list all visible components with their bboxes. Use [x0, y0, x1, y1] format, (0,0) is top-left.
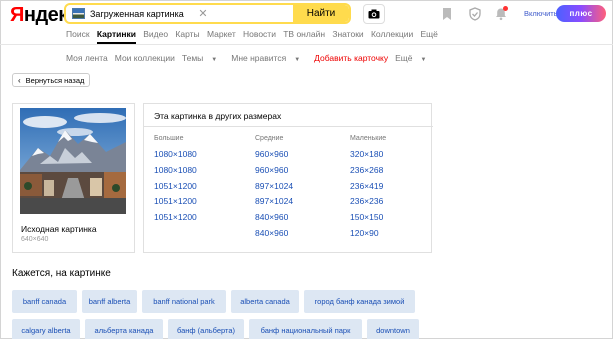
size-link[interactable]: 960×960 — [255, 163, 293, 179]
size-link[interactable]: 840×960 — [255, 226, 293, 242]
nav-experts[interactable]: Знатоки — [332, 29, 363, 39]
size-link[interactable]: 840×960 — [255, 210, 293, 226]
size-link[interactable]: 1051×1200 — [154, 210, 197, 226]
nav-search[interactable]: Поиск — [66, 29, 90, 39]
collections-button[interactable] — [440, 7, 454, 21]
medium-sizes-header: Средние — [255, 135, 284, 142]
related-tag[interactable]: banff alberta — [82, 290, 137, 313]
original-image-card[interactable]: Исходная картинка 640×640 — [12, 103, 135, 253]
original-image-label: Исходная картинка — [21, 224, 97, 234]
related-tag[interactable]: alberta canada — [231, 290, 299, 313]
notification-dot — [503, 6, 508, 11]
related-tag[interactable]: банф (альберта) — [168, 319, 244, 339]
search-input[interactable] — [90, 8, 195, 19]
related-tag[interactable]: banff canada — [12, 290, 77, 313]
size-link[interactable]: 1080×1080 — [154, 163, 197, 179]
related-tag[interactable]: banff national park — [142, 290, 226, 313]
size-link[interactable]: 236×236 — [350, 194, 386, 210]
chevron-down-icon: ▼ — [420, 57, 427, 63]
plus-enable-link[interactable]: Включить — [524, 9, 558, 18]
nav-news[interactable]: Новости — [243, 29, 276, 39]
related-tag[interactable]: город банф канада зимой — [304, 290, 415, 313]
subnav-topics-label: Темы — [181, 53, 204, 63]
nav-more[interactable]: Ещё — [421, 29, 438, 39]
related-tag[interactable]: downtown — [367, 319, 419, 339]
related-tag[interactable]: банф национальный парк — [249, 319, 362, 339]
size-link[interactable]: 1051×1200 — [154, 194, 197, 210]
size-link[interactable]: 236×268 — [350, 163, 386, 179]
subnav-add-card[interactable]: Добавить карточку — [314, 53, 388, 63]
nav-tv[interactable]: ТВ онлайн — [283, 29, 325, 39]
size-link[interactable]: 1051×1200 — [154, 179, 197, 195]
nav-video[interactable]: Видео — [143, 29, 168, 39]
size-link[interactable]: 320×180 — [350, 147, 386, 163]
size-link[interactable]: 897×1024 — [255, 194, 293, 210]
small-sizes-column: Маленькие 320×180 236×268 236×419 236×23… — [350, 135, 386, 242]
original-image[interactable] — [20, 108, 126, 214]
subnav-topics[interactable]: Темы ▼ — [182, 53, 224, 63]
chevron-left-icon: ‹ — [18, 75, 21, 85]
logo-letter: Я — [10, 4, 24, 26]
search-box[interactable]: ✕ Найти — [64, 3, 351, 24]
size-link[interactable]: 960×960 — [255, 147, 293, 163]
images-sub-nav: Моя лента Мои коллекции Темы ▼ Мне нравит… — [66, 53, 440, 63]
chevron-down-icon: ▼ — [211, 57, 218, 63]
header-divider — [0, 44, 613, 45]
nav-market[interactable]: Маркет — [207, 29, 236, 39]
size-link[interactable]: 150×150 — [350, 210, 386, 226]
size-link[interactable]: 1080×1080 — [154, 147, 197, 163]
notifications-button[interactable] — [494, 6, 508, 21]
subnav-feed[interactable]: Моя лента — [66, 53, 108, 63]
bookmark-icon — [443, 8, 451, 20]
related-title: Кажется, на картинке — [12, 268, 111, 279]
size-link[interactable]: 120×90 — [350, 226, 386, 242]
other-sizes-divider — [144, 126, 433, 127]
chevron-down-icon: ▼ — [294, 57, 301, 63]
clear-icon[interactable]: ✕ — [197, 7, 209, 20]
subnav-liked-label: Мне нравится — [231, 53, 287, 63]
size-link[interactable]: 236×419 — [350, 179, 386, 195]
back-button-label: Вернуться назад — [25, 75, 85, 85]
size-link[interactable]: 897×1024 — [255, 179, 293, 195]
related-tag[interactable]: альберта канада — [85, 319, 163, 339]
find-button[interactable]: Найти — [293, 5, 349, 22]
medium-sizes-column: Средние 960×960 960×960 897×1024 897×102… — [255, 135, 293, 242]
subnav-more-label: Ещё — [395, 53, 413, 63]
other-sizes-title: Эта картинка в других размерах — [154, 111, 282, 121]
camera-icon — [368, 9, 380, 19]
nav-maps[interactable]: Карты — [175, 29, 199, 39]
large-sizes-header: Большие — [154, 135, 184, 142]
subnav-liked[interactable]: Мне нравится ▼ — [231, 53, 307, 63]
small-sizes-header: Маленькие — [350, 135, 387, 142]
large-sizes-column: Большие 1080×1080 1080×1080 1051×1200 10… — [154, 135, 197, 226]
nav-collections[interactable]: Коллекции — [371, 29, 413, 39]
subnav-more[interactable]: Ещё ▼ — [395, 53, 433, 63]
mountain-town-photo — [20, 108, 126, 214]
camera-search-button[interactable] — [363, 4, 385, 24]
uploaded-image-thumbnail — [72, 8, 85, 19]
nav-images[interactable]: Картинки — [97, 29, 136, 39]
plus-button[interactable]: плюс — [556, 5, 606, 22]
back-button[interactable]: ‹ Вернуться назад — [12, 73, 90, 87]
related-tag[interactable]: calgary alberta — [12, 319, 80, 339]
security-button[interactable] — [468, 7, 482, 21]
original-image-size: 640×640 — [21, 236, 49, 243]
other-sizes-card: Эта картинка в других размерах Большие 1… — [143, 103, 433, 253]
service-nav: Поиск Картинки Видео Карты Маркет Новост… — [66, 29, 445, 39]
subnav-my-collections[interactable]: Мои коллекции — [115, 53, 175, 63]
shield-icon — [469, 7, 481, 21]
